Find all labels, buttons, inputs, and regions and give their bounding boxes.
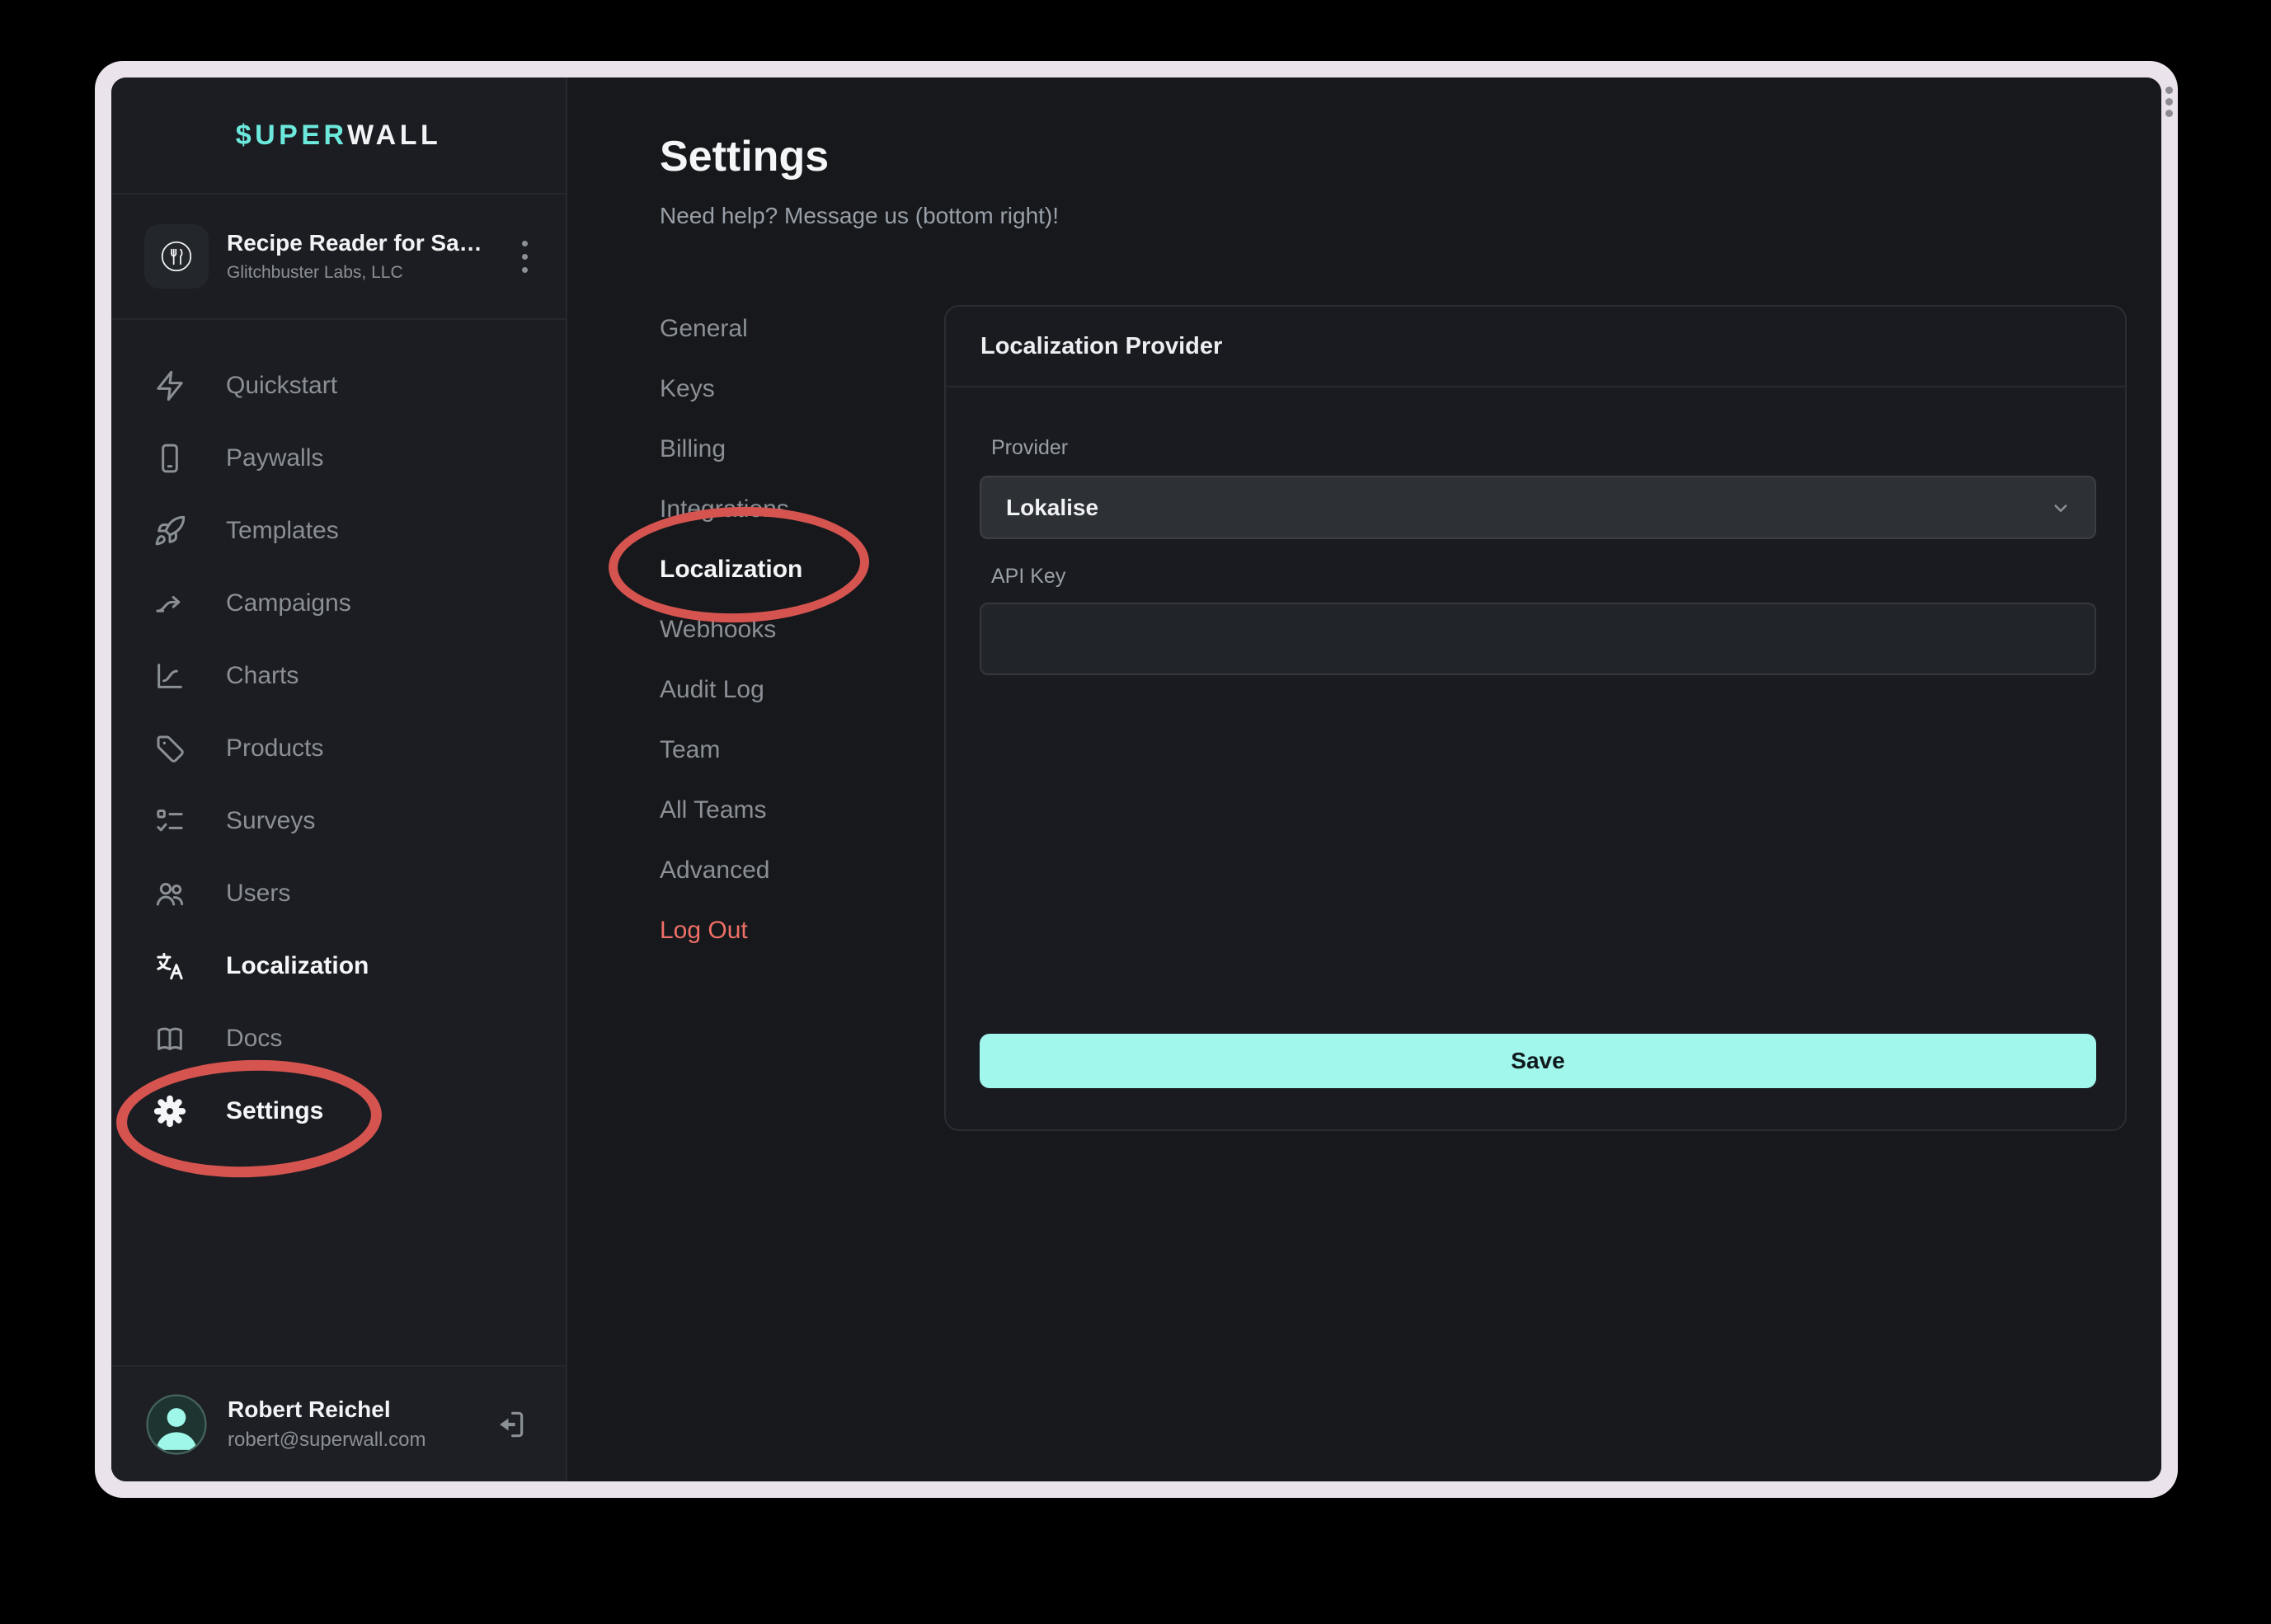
- user-email: robert@superwall.com: [228, 1429, 493, 1452]
- settings-nav-integrations[interactable]: Integrations: [660, 479, 907, 539]
- api-key-label: API Key: [991, 565, 1065, 589]
- screenshot-stage: $UPERWALL Recipe Reader for Sa… Glitchbu…: [0, 0, 2271, 1624]
- project-selector[interactable]: Recipe Reader for Sa… Glitchbuster Labs,…: [111, 195, 566, 320]
- page-title: Settings: [660, 132, 829, 181]
- chevron-down-icon: [2048, 495, 2073, 520]
- card-title: Localization Provider: [980, 333, 1222, 360]
- sidebar-item-label: Campaigns: [226, 589, 351, 617]
- project-name: Recipe Reader for Sa…: [227, 230, 515, 256]
- api-key-input[interactable]: [980, 603, 2096, 675]
- avatar: [144, 1392, 209, 1457]
- gear-icon: [153, 1094, 187, 1129]
- sidebar-item-label: Docs: [226, 1025, 282, 1053]
- logo-rest-text: WALL: [347, 120, 441, 151]
- sidebar-item-label: Products: [226, 735, 323, 763]
- settings-nav-log-out[interactable]: Log Out: [660, 900, 907, 960]
- translate-icon: [153, 949, 187, 983]
- sidebar-item-templates[interactable]: Templates: [111, 495, 566, 567]
- sidebar-item-label: Surveys: [226, 807, 315, 835]
- settings-nav-general[interactable]: General: [660, 298, 907, 359]
- sidebar-spacer: [111, 1148, 566, 1365]
- sidebar-nav: Quickstart Paywalls: [111, 320, 566, 1148]
- fork-knife-icon: [162, 242, 191, 271]
- save-button[interactable]: Save: [980, 1034, 2096, 1088]
- sidebar-item-label: Quickstart: [226, 372, 337, 400]
- main-content: Settings Need help? Message us (bottom r…: [567, 77, 2161, 1481]
- project-app-icon: [144, 224, 209, 289]
- app-content: $UPERWALL Recipe Reader for Sa… Glitchbu…: [111, 77, 2161, 1481]
- provider-select[interactable]: Lokalise: [980, 476, 2096, 539]
- sidebar-item-paywalls[interactable]: Paywalls: [111, 422, 566, 495]
- sidebar-item-settings[interactable]: Settings: [111, 1075, 566, 1148]
- page-subtitle: Need help? Message us (bottom right)!: [660, 203, 1059, 229]
- rocket-icon: [153, 514, 187, 548]
- chart-icon: [153, 659, 187, 693]
- card-header: Localization Provider: [946, 307, 2125, 387]
- sidebar-item-label: Localization: [226, 952, 369, 980]
- book-icon: [153, 1021, 187, 1056]
- project-org: Glitchbuster Labs, LLC: [227, 263, 515, 283]
- frame-handle-dot: [2165, 87, 2173, 94]
- sidebar-item-surveys[interactable]: Surveys: [111, 785, 566, 857]
- user-account-row: Robert Reichel robert@superwall.com: [111, 1365, 566, 1481]
- settings-nav-billing[interactable]: Billing: [660, 419, 907, 479]
- sidebar-item-campaigns[interactable]: Campaigns: [111, 567, 566, 640]
- provider-selected-value: Lokalise: [1006, 495, 2048, 521]
- logout-icon[interactable]: [493, 1407, 528, 1442]
- project-menu-kebab-icon[interactable]: [515, 236, 534, 278]
- logo-accent-text: $UPER: [236, 120, 347, 151]
- settings-nav-localization[interactable]: Localization: [660, 539, 907, 599]
- sidebar-item-label: Charts: [226, 662, 299, 690]
- sidebar-item-charts[interactable]: Charts: [111, 640, 566, 712]
- settings-nav-audit-log[interactable]: Audit Log: [660, 659, 907, 720]
- phone-icon: [153, 441, 187, 476]
- settings-nav: General Keys Billing Integrations Locali…: [660, 298, 907, 960]
- checklist-icon: [153, 804, 187, 838]
- lightning-icon: [153, 368, 187, 403]
- user-name: Robert Reichel: [228, 1396, 493, 1423]
- sidebar-item-quickstart[interactable]: Quickstart: [111, 350, 566, 422]
- users-icon: [153, 876, 187, 911]
- app-window: $UPERWALL Recipe Reader for Sa… Glitchbu…: [95, 61, 2178, 1498]
- sidebar-item-label: Templates: [226, 517, 339, 545]
- sidebar-item-docs[interactable]: Docs: [111, 1002, 566, 1075]
- logo-section: $UPERWALL: [111, 77, 566, 195]
- sidebar-item-label: Settings: [226, 1097, 323, 1125]
- provider-label: Provider: [991, 436, 1068, 460]
- frame-handle-dot: [2165, 110, 2173, 117]
- sidebar-item-label: Paywalls: [226, 444, 323, 472]
- user-meta: Robert Reichel robert@superwall.com: [228, 1396, 493, 1452]
- sidebar-item-products[interactable]: Products: [111, 712, 566, 785]
- sidebar-item-users[interactable]: Users: [111, 857, 566, 930]
- settings-nav-webhooks[interactable]: Webhooks: [660, 599, 907, 659]
- settings-nav-advanced[interactable]: Advanced: [660, 840, 907, 900]
- sidebar-item-localization[interactable]: Localization: [111, 930, 566, 1002]
- split-arrow-icon: [153, 586, 187, 621]
- tag-icon: [153, 731, 187, 766]
- settings-nav-all-teams[interactable]: All Teams: [660, 780, 907, 840]
- settings-nav-team[interactable]: Team: [660, 720, 907, 780]
- settings-nav-keys[interactable]: Keys: [660, 359, 907, 419]
- sidebar-item-label: Users: [226, 880, 290, 908]
- superwall-logo: $UPERWALL: [236, 120, 442, 152]
- project-meta: Recipe Reader for Sa… Glitchbuster Labs,…: [227, 230, 515, 283]
- localization-provider-card: Localization Provider Provider Lokalise …: [944, 305, 2127, 1131]
- sidebar: $UPERWALL Recipe Reader for Sa… Glitchbu…: [111, 77, 567, 1481]
- frame-handle-dot: [2165, 98, 2173, 106]
